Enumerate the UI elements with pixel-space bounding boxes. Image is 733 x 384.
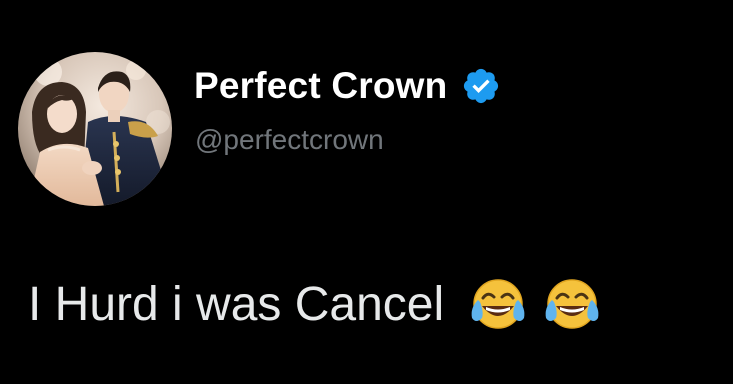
verified-badge-icon (461, 66, 501, 106)
user-handle[interactable]: @perfectcrown (195, 124, 384, 156)
face-with-tears-of-joy-icon (542, 274, 602, 334)
avatar-image (18, 52, 172, 206)
profile-avatar[interactable] (18, 52, 172, 206)
face-with-tears-of-joy-icon (468, 274, 528, 334)
name-row: Perfect Crown (194, 62, 501, 110)
tweet-text: I Hurd i was Cancel (28, 277, 445, 331)
tweet-card: Perfect Crown @perfectcrown I Hurd i was… (0, 0, 733, 384)
tweet-body: I Hurd i was Cancel (28, 274, 602, 334)
display-name[interactable]: Perfect Crown (194, 65, 447, 107)
